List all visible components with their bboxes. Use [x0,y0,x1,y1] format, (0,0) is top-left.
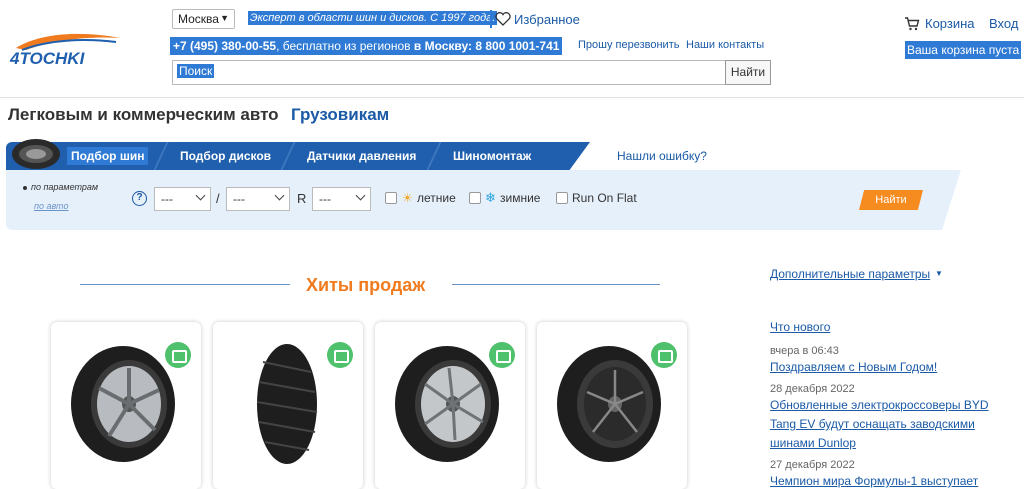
news-date: 28 декабря 2022 [770,383,855,395]
size-separator: / [216,191,220,206]
product-card[interactable] [213,322,363,489]
favorites-label: Избранное [514,11,580,27]
hits-line-right [452,284,660,285]
tire-icon [12,139,60,169]
extra-params-link[interactable]: Дополнительные параметры [770,267,930,281]
chevron-down-icon [195,190,206,201]
radius-prefix: R [297,191,307,206]
filter-panel [6,170,961,230]
bullet-icon [23,185,27,190]
product-card[interactable] [375,322,525,489]
phone-tail: в Москву: 8 800 1001-741 [413,39,560,53]
logo[interactable]: 4TOCHKI [8,28,130,70]
news-date: вчера в 06:43 [770,345,839,357]
tab-tires[interactable]: Подбор шин [67,142,149,170]
category-trucks[interactable]: Грузовикам [291,105,389,125]
header-divider [0,97,1024,98]
search-input[interactable]: Поиск [172,60,726,85]
profile-value: --- [233,192,245,206]
cart-icon [905,16,920,30]
winter-badge-icon [489,342,515,368]
tab-tires-label: Подбор шин [67,147,149,165]
snowflake-icon: ❄ [485,190,496,205]
text-cursor [490,10,492,28]
search-placeholder: Поиск [177,64,215,78]
profile-select[interactable]: --- [226,187,290,211]
summer-label: летние [417,191,456,205]
winter-badge-icon [327,342,353,368]
news-date: 27 декабря 2022 [770,459,855,471]
news-link[interactable]: Обновленные электрокроссоверы BYD Tang E… [770,396,1010,453]
radius-select[interactable]: --- [312,187,371,211]
width-select[interactable]: --- [154,187,211,211]
cart-link[interactable]: Корзина [904,16,975,31]
heart-icon [495,12,511,26]
help-icon[interactable]: ? [132,191,147,206]
news-link[interactable]: Чемпион мира Формулы-1 выступает против [770,472,1010,489]
tab-wheels[interactable]: Подбор дисков [180,142,271,170]
radius-value: --- [319,192,331,206]
hits-line-left [80,284,290,285]
winter-badge-icon [165,342,191,368]
caret-down-icon: ▼ [220,13,229,23]
cart-label: Корзина [925,16,975,31]
runflat-label: Run On Flat [572,191,637,205]
product-card[interactable] [51,322,201,489]
summer-checkbox[interactable] [385,192,397,204]
tagline: Эксперт в области шин и дисков. С 1997 г… [248,11,498,25]
mode-by-params-label: по параметрам [31,182,99,192]
mode-by-params[interactable]: по параметрам [23,182,98,192]
login-link[interactable]: Вход [989,16,1018,31]
favorites-link[interactable]: Избранное [490,10,580,28]
news-title-link[interactable]: Что нового [770,320,830,334]
caret-down-icon[interactable]: ▼ [935,269,943,278]
city-value: Москва [178,12,219,26]
runflat-checkbox[interactable] [556,192,568,204]
report-error-link[interactable]: Нашли ошибку? [617,149,707,163]
winter-badge-icon [651,342,677,368]
winter-checkbox[interactable] [469,192,481,204]
width-value: --- [161,192,173,206]
phone-main: +7 (495) 380-00-55 [173,39,277,53]
tab-tire-service[interactable]: Шиномонтаж [453,142,531,170]
mode-by-auto[interactable]: по авто [34,201,68,211]
search-button[interactable]: Найти [725,60,771,85]
sun-icon: ☀ [402,191,413,205]
callback-link[interactable]: Прошу перезвонить [578,39,679,51]
tab-pressure-sensors[interactable]: Датчики давления [307,142,416,170]
category-cars[interactable]: Легковым и коммерческим авто [8,105,279,125]
hits-title: Хиты продаж [306,275,426,295]
contacts-link[interactable]: Наши контакты [686,39,764,51]
chevron-down-icon [274,190,285,201]
phone-middle: , бесплатно из регионов [276,39,411,53]
find-button[interactable]: Найти [859,190,923,210]
winter-label: зимние [500,191,541,205]
news-link[interactable]: Поздравляем с Новым Годом! [770,358,1010,377]
phone-line: +7 (495) 380-00-55, бесплатно из регионо… [170,37,563,55]
logo-text: 4TOCHKI [9,49,86,68]
cart-empty-status: Ваша корзина пуста [905,41,1022,59]
product-card[interactable] [537,322,687,489]
city-select[interactable]: Москва ▼ [172,9,235,29]
chevron-down-icon [355,190,366,201]
